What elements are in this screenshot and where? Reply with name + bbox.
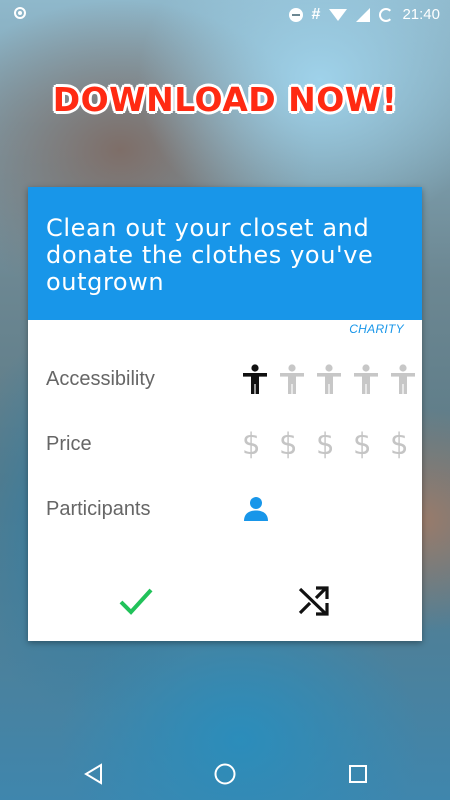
recents-button[interactable] [344,760,372,788]
person-icon [390,359,427,399]
participants-label: Participants [46,498,151,520]
dollar-icon: $ [279,427,298,461]
do-not-disturb-icon [288,7,303,22]
download-banner[interactable]: DOWNLOAD NOW! [0,80,450,119]
person-icon [316,359,353,399]
record-icon [14,7,26,19]
wifi-icon [329,8,348,21]
recents-icon [349,765,367,783]
price-rating: $ $ $ $ $ [242,424,427,464]
navigation-bar [0,748,450,800]
dollar-icon: $ [390,427,409,461]
checkmark-icon [119,588,153,615]
status-bar: # 21:40 [0,0,450,30]
price-label: Price [46,433,92,455]
activity-card: Clean out your closet and donate the clo… [28,187,422,641]
signal-icon [356,7,371,22]
card-header: Clean out your closet and donate the clo… [28,187,422,320]
battery-icon [379,7,394,22]
home-button[interactable] [211,760,239,788]
participants-row: Participants [46,489,406,529]
back-button[interactable] [80,760,108,788]
price-row: Price $ $ $ $ $ [46,424,408,464]
clock: 21:40 [402,6,440,23]
person-icon [242,359,279,399]
dollar-icon: $ [353,427,372,461]
category-label: CHARITY [349,322,404,336]
accessibility-rating [242,359,427,399]
accept-button[interactable] [112,577,160,625]
dollar-icon: $ [242,427,261,461]
person-icon [353,359,390,399]
activity-title: Clean out your closet and donate the clo… [46,214,374,296]
participants-count [242,489,279,529]
user-icon [242,489,279,529]
shuffle-icon [298,586,329,616]
card-actions [28,577,422,625]
accessibility-row: Accessibility [46,359,415,399]
shuffle-button[interactable] [290,577,338,625]
back-icon [84,763,102,785]
accessibility-label: Accessibility [46,368,155,390]
hashtag-icon: # [311,5,321,23]
home-icon [214,763,236,785]
dollar-icon: $ [316,427,335,461]
person-icon [279,359,316,399]
